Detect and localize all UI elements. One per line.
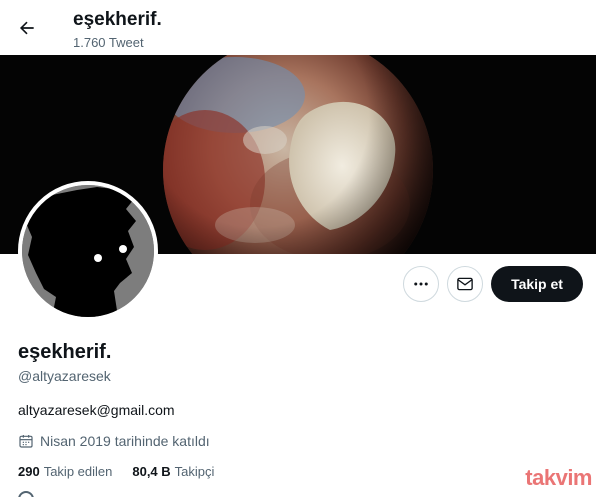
- bio: altyazaresek@gmail.com: [18, 402, 175, 418]
- profile-header: eşekherif. 1.760 Tweet: [0, 0, 596, 55]
- followers-link[interactable]: 80,4 B Takipçi: [132, 464, 214, 479]
- user-handle: @altyazaresek: [18, 368, 111, 384]
- watermark-text: takvim: [525, 465, 592, 490]
- partial-icon: [18, 491, 34, 497]
- followers-count: 80,4 B: [132, 464, 171, 479]
- takvim-watermark: takvim: [484, 463, 592, 493]
- arrow-left-icon: [19, 21, 34, 35]
- back-button[interactable]: [13, 14, 41, 42]
- followers-label: Takipçi: [174, 464, 215, 479]
- following-count: 290: [18, 464, 40, 479]
- more-button[interactable]: [403, 266, 439, 302]
- follow-button[interactable]: Takip et: [491, 266, 583, 302]
- following-label: Takip edilen: [43, 464, 113, 479]
- more-dots-icon: [414, 282, 428, 286]
- avatar-silhouette: [22, 185, 154, 317]
- following-link[interactable]: 290 Takip edilen: [18, 464, 112, 479]
- display-name: eşekherif.: [18, 341, 112, 363]
- calendar-icon: [19, 435, 33, 448]
- follow-stats: 290 Takip edilen 80,4 B Takipçi: [18, 464, 214, 479]
- join-date-text: Nisan 2019 tarihinde katıldı: [40, 433, 210, 449]
- tweet-count: 1.760 Tweet: [73, 35, 144, 50]
- envelope-icon: [457, 277, 473, 291]
- message-button[interactable]: [447, 266, 483, 302]
- avatar[interactable]: [18, 181, 158, 321]
- header-display-name: eşekherif.: [73, 9, 162, 30]
- join-date: Nisan 2019 tarihinde katıldı: [18, 433, 210, 449]
